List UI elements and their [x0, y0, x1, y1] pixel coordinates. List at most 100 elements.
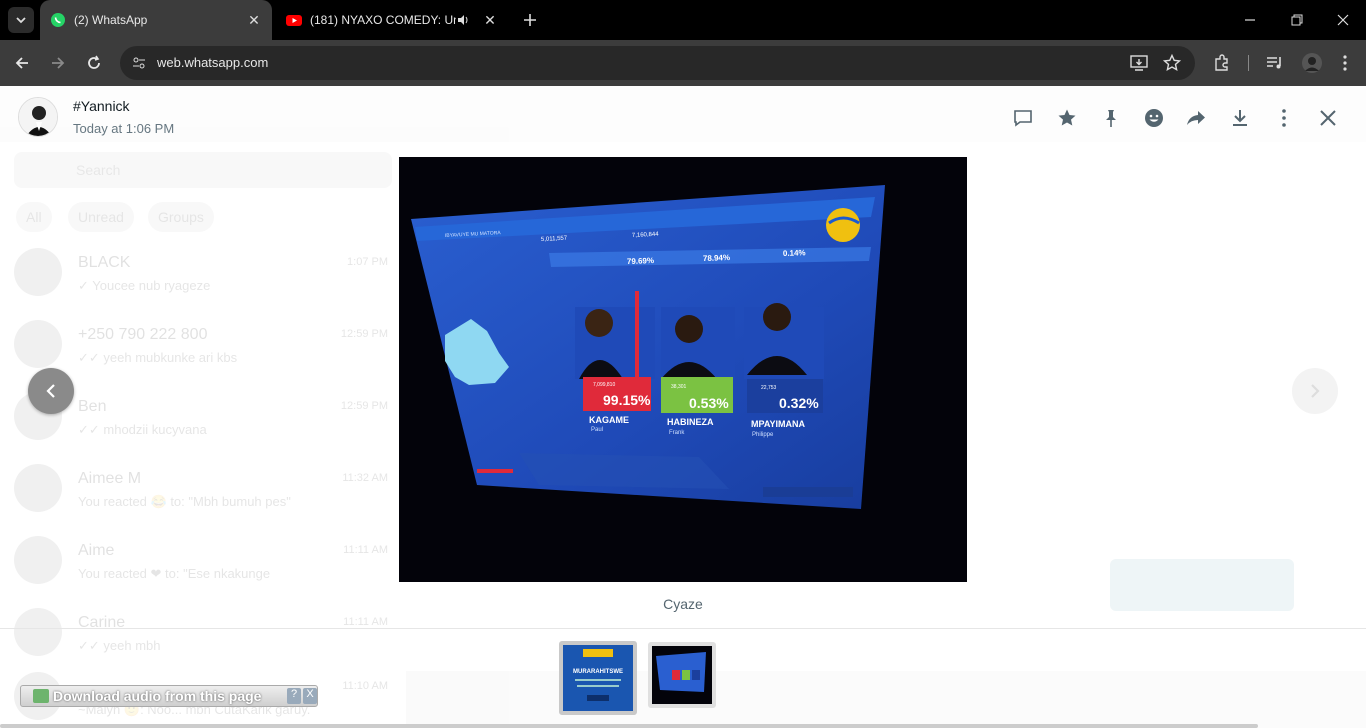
star-icon [1058, 109, 1076, 126]
chat-row: Carine 11:11 AM ✓✓ yeeh mbh [12, 602, 392, 662]
star-button[interactable] [1055, 106, 1079, 130]
browser-tab-bar: (2) WhatsApp ✕ (181) NYAXO COMEDY: Um ✕ [0, 0, 1366, 40]
media-photo: IBYAVUYE MU MATORA 5,011,557 7,160,844 7… [399, 157, 967, 582]
close-icon [1337, 14, 1349, 26]
horizontal-scrollbar[interactable] [0, 724, 1258, 728]
filter-pill: Groups [148, 202, 214, 232]
chevron-left-icon [46, 384, 55, 398]
media-controls-button[interactable] [1263, 51, 1287, 75]
tab-close-icon[interactable]: ✕ [482, 12, 498, 28]
media-thumbnail[interactable]: MURARAHITSWE [559, 641, 637, 715]
puzzle-icon [1215, 54, 1228, 71]
menu-icon [1282, 109, 1286, 127]
candidate-3-first: Philippe [752, 432, 774, 438]
viewer-close-button[interactable] [1316, 106, 1340, 130]
extension-close-button[interactable]: X [303, 688, 317, 704]
sender-avatar[interactable] [18, 97, 58, 137]
reply-icon [1014, 110, 1032, 127]
tab-title: (2) WhatsApp [74, 13, 148, 27]
candidate-1-votes: 7,099,810 [593, 382, 615, 388]
download-audio-extension-bar[interactable]: Download audio from this page ? X [20, 685, 318, 707]
new-tab-button[interactable] [520, 10, 540, 30]
download-button[interactable] [1228, 106, 1252, 130]
youtube-icon [286, 15, 302, 26]
candidate-2-first: Frank [669, 430, 685, 436]
forward-button[interactable] [1184, 106, 1208, 130]
chat-row: Aimee M 11:32 AM You reacted 😂 to: "Mbh bu… [12, 458, 392, 518]
forward-icon [1187, 111, 1205, 125]
candidate-3-surname: MPAYIMANA [751, 419, 806, 429]
site-info-icon[interactable] [130, 54, 148, 72]
thumbnail-title: MURARAHITSWE [573, 669, 623, 675]
previous-media-button[interactable] [28, 368, 74, 414]
profile-avatar[interactable] [1300, 51, 1324, 75]
reload-button[interactable] [82, 51, 106, 75]
play-icon [33, 689, 49, 703]
next-media-button[interactable] [1292, 368, 1338, 414]
thumbnail-divider [0, 628, 1366, 629]
reload-icon [88, 55, 100, 69]
filter-pill: Unread [68, 202, 134, 232]
forward-button[interactable] [46, 51, 70, 75]
url-text: web.whatsapp.com [157, 55, 269, 70]
pct-c: 0.14% [783, 248, 806, 258]
plus-icon [524, 14, 536, 26]
candidate-3-percent: 0.32% [779, 395, 819, 411]
avatar-photo-icon [19, 98, 57, 136]
browser-menu-button[interactable] [1333, 51, 1357, 75]
thumbnail-image [652, 646, 712, 704]
chat-row: BLACK 1:07 PM ✓ Youcee nub ryageze [12, 242, 392, 302]
profile-avatar-icon [1302, 53, 1322, 73]
download-audio-label: Download audio from this page [53, 688, 262, 704]
candidate-2-surname: HABINEZA [667, 417, 714, 427]
chat-row: +250 790 222 800 12:59 PM ✓✓ yeeh mubkunke… [12, 314, 392, 374]
react-button[interactable] [1142, 106, 1166, 130]
speaker-icon[interactable] [456, 13, 470, 27]
window-close-button[interactable] [1333, 10, 1353, 30]
filter-pill: All [16, 202, 52, 232]
tab-title: (181) NYAXO COMEDY: Um [310, 13, 456, 27]
chat-row: Aime 11:11 AM You reacted ❤ to: "Ese nkaku… [12, 530, 392, 590]
react-icon [1145, 109, 1163, 127]
pin-icon [1106, 110, 1116, 127]
restore-icon [1291, 14, 1303, 26]
pin-button[interactable] [1099, 106, 1123, 130]
whatsapp-icon [51, 13, 65, 27]
extensions-button[interactable] [1210, 51, 1234, 75]
help-button[interactable]: ? [287, 688, 301, 704]
candidate-2-votes: 38,301 [671, 384, 687, 390]
install-app-icon[interactable] [1129, 53, 1149, 73]
candidate-1-first: Paul [591, 427, 603, 433]
address-bar[interactable]: web.whatsapp.com [120, 46, 1195, 80]
candidate-3-votes: 22,753 [761, 385, 777, 391]
download-icon [1233, 110, 1247, 126]
tab-search-button[interactable] [8, 7, 34, 33]
sent-time: Today at 1:06 PM [73, 121, 175, 136]
tab-youtube[interactable]: (181) NYAXO COMEDY: Um ✕ [276, 0, 508, 40]
search-placeholder: Search [76, 162, 121, 178]
arrow-right-icon [52, 57, 65, 69]
media-thumbnail-selected[interactable] [648, 642, 716, 708]
reply-button[interactable] [1011, 106, 1035, 130]
kebab-menu-icon [1343, 55, 1347, 71]
tab-whatsapp[interactable]: (2) WhatsApp ✕ [40, 0, 272, 40]
viewer-menu-button[interactable] [1272, 106, 1296, 130]
bookmark-star-icon[interactable] [1162, 53, 1182, 73]
close-icon [1320, 110, 1336, 126]
media-caption: Cyaze [663, 596, 703, 612]
pct-a: 79.69% [627, 256, 654, 266]
background-search: Search [14, 152, 392, 188]
tv-screen-photo: IBYAVUYE MU MATORA 5,011,557 7,160,844 7… [399, 157, 967, 582]
thumbnail-image: MURARAHITSWE [563, 645, 633, 711]
restore-button[interactable] [1287, 10, 1307, 30]
candidate-1-percent: 99.15% [603, 392, 651, 408]
candidate-1-surname: KAGAME [589, 415, 629, 425]
chevron-right-icon [1311, 384, 1320, 398]
media-queue-icon [1267, 57, 1281, 69]
browser-toolbar: web.whatsapp.com [0, 40, 1366, 86]
pct-b: 78.94% [703, 253, 730, 263]
arrow-left-icon [15, 57, 28, 69]
back-button[interactable] [10, 51, 34, 75]
minimize-button[interactable] [1240, 10, 1260, 30]
tab-close-icon[interactable]: ✕ [246, 12, 262, 28]
